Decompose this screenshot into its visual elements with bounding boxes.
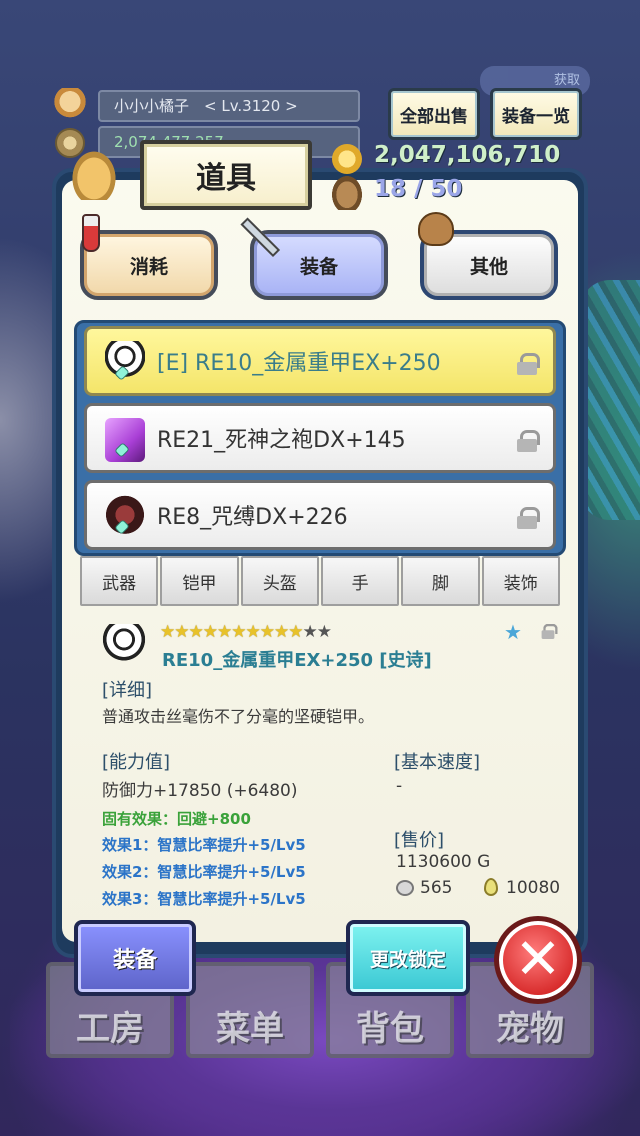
- effect-3: 效果3：智慧比率提升+5/Lv5: [102, 890, 306, 908]
- gold-amount: 2,047,106,710: [374, 142, 561, 168]
- speed-heading: [基本速度]: [394, 752, 481, 773]
- defense-stat: 防御力+17850 (+6480): [102, 781, 298, 801]
- tab-consumable[interactable]: 消耗: [80, 230, 218, 300]
- ore-amount: 565: [420, 878, 453, 898]
- filter-helmet[interactable]: 头盔: [240, 556, 319, 606]
- filter-armor[interactable]: 铠甲: [160, 556, 239, 606]
- bag-capacity: 18 / 50: [374, 176, 463, 202]
- gem-icon: [114, 365, 130, 381]
- star-filled-icon: ★: [274, 622, 289, 642]
- filter-foot[interactable]: 脚: [401, 556, 480, 606]
- lock-icon[interactable]: [517, 430, 540, 452]
- effect-2: 效果2：智慧比率提升+5/Lv5: [102, 863, 306, 881]
- bag-icon: [68, 146, 120, 200]
- star-filled-icon: ★: [259, 622, 275, 642]
- speed-value: -: [396, 776, 403, 796]
- detail-heading: [详细]: [102, 680, 153, 701]
- drop-amount: 10080: [506, 878, 561, 898]
- detail-lock-icon[interactable]: [541, 623, 558, 640]
- lock-icon[interactable]: [517, 507, 540, 529]
- change-lock-button[interactable]: 更改锁定: [346, 920, 470, 996]
- potion-icon: [82, 214, 100, 252]
- item-row[interactable]: [E] RE10_金属重甲EX+250: [84, 326, 556, 396]
- equip-list-button[interactable]: 装备一览: [490, 88, 582, 140]
- item-description: 普通攻击丝毫伤不了分毫的坚硬铠甲。: [102, 707, 375, 726]
- panel-title: 道具: [140, 140, 312, 210]
- item-row[interactable]: RE8_咒缚DX+226: [84, 480, 556, 550]
- white-armor-icon: [105, 341, 145, 385]
- filter-weapon[interactable]: 武器: [80, 556, 159, 606]
- sell-all-button[interactable]: 全部出售: [388, 88, 480, 140]
- lock-icon[interactable]: [517, 353, 540, 375]
- filter-hand[interactable]: 手: [320, 556, 400, 606]
- gem-icon: [114, 519, 130, 535]
- star-filled-icon: ★: [160, 622, 175, 642]
- selected-item-name: RE10_金属重甲EX+250 [史诗]: [162, 650, 432, 671]
- nav-menu[interactable]: 菜单: [186, 962, 314, 1058]
- star-filled-icon: ★: [217, 622, 232, 642]
- filter-accessory[interactable]: 装饰: [481, 556, 560, 606]
- item-row[interactable]: RE21_死神之袍DX+145: [84, 403, 556, 473]
- player-avatar-icon: [54, 88, 86, 122]
- dark-armor-icon: [105, 495, 145, 539]
- backpack-icon: [332, 176, 362, 210]
- player-name-bar: 小小小橘子 < Lv.3120 >: [98, 90, 360, 122]
- star-filled-icon: ★: [231, 622, 246, 642]
- equip-button[interactable]: 装备: [74, 920, 196, 996]
- selected-item-icon: [102, 624, 146, 668]
- price-heading: [售价]: [394, 830, 445, 851]
- item-label: [E] RE10_金属重甲EX+250: [157, 351, 441, 376]
- ability-heading: [能力值]: [102, 752, 171, 773]
- foliage: [580, 280, 640, 520]
- drop-icon: [484, 878, 498, 896]
- item-label: RE21_死神之袍DX+145: [157, 428, 406, 453]
- equipment-filter-bar: 武器 铠甲 头盔 手 脚 装饰: [80, 556, 560, 606]
- item-label: RE8_咒缚DX+226: [157, 505, 348, 530]
- star-filled-icon: ★: [188, 622, 204, 642]
- gem-icon: [114, 442, 130, 458]
- star-filled-icon: ★: [245, 622, 261, 642]
- ore-icon: [396, 880, 414, 896]
- rarity-stars: ★★★★★★★★★★★★: [160, 622, 332, 642]
- star-filled-icon: ★: [174, 622, 189, 642]
- close-button[interactable]: ✕: [494, 916, 582, 1004]
- star-empty-icon: ★: [302, 622, 318, 642]
- favorite-star-icon[interactable]: ★: [504, 620, 522, 644]
- inherent-effect: 固有效果：回避+800: [102, 810, 251, 828]
- star-filled-icon: ★: [288, 622, 303, 642]
- gold-coin-icon: [332, 144, 362, 174]
- sack-icon: [418, 212, 454, 246]
- effect-1: 效果1：智慧比率提升+5/Lv5: [102, 836, 306, 854]
- star-empty-icon: ★: [316, 622, 332, 642]
- star-filled-icon: ★: [202, 622, 218, 642]
- purple-robe-icon: [105, 418, 145, 462]
- sell-price: 1130600 G: [396, 852, 491, 872]
